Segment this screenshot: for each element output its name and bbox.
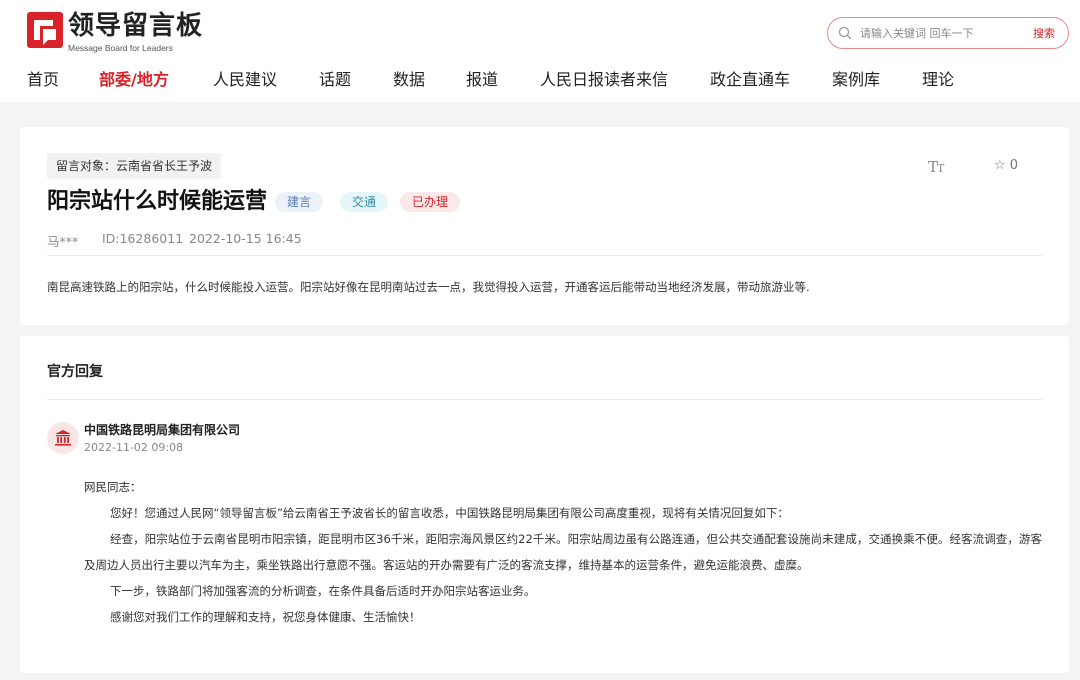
nav-item-home[interactable]: 首页 bbox=[27, 66, 59, 90]
search-button[interactable]: 搜索 bbox=[1033, 25, 1055, 41]
reply-paragraph: 您好！您通过人民网“领导留言板”给云南省王予波省长的留言收悉，中国铁路昆明局集团… bbox=[110, 506, 789, 520]
avatar bbox=[47, 422, 79, 454]
page-title: 阳宗站什么时候能运营 bbox=[47, 189, 268, 214]
divider bbox=[47, 255, 1042, 256]
logo-mark-icon bbox=[27, 12, 63, 48]
tag-traffic[interactable]: 交通 bbox=[340, 192, 389, 212]
favorite-button[interactable]: ☆ 0 bbox=[994, 158, 1018, 173]
reply-paragraph: 下一步，铁路部门将加强客流的分析调查，在条件具备后适时开办阳宗站客运业务。 bbox=[110, 584, 536, 598]
search-input[interactable] bbox=[860, 24, 1020, 42]
message-target[interactable]: 留言对象：云南省省长王予波 bbox=[47, 153, 222, 179]
logo-subtitle: Message Board for Leaders bbox=[68, 43, 173, 53]
government-building-icon bbox=[55, 430, 71, 446]
main-nav: 首页 部委/地方 人民建议 话题 数据 报道 人民日报读者来信 政企直通车 案例… bbox=[0, 66, 1080, 92]
star-icon: ☆ bbox=[994, 158, 1006, 173]
nav-item-topics[interactable]: 话题 bbox=[319, 66, 351, 90]
status-badge: 已办理 bbox=[400, 192, 461, 212]
font-size-icon[interactable]: TT bbox=[928, 158, 944, 176]
nav-item-data[interactable]: 数据 bbox=[393, 66, 425, 90]
search-box: 搜索 bbox=[827, 17, 1069, 49]
reply-organization: 中国铁路昆明局集团有限公司 bbox=[84, 423, 241, 437]
search-icon bbox=[838, 26, 852, 40]
nav-item-reports[interactable]: 报道 bbox=[466, 66, 498, 90]
nav-item-theory[interactable]: 理论 bbox=[922, 66, 954, 90]
nav-item-enterprise[interactable]: 政企直通车 bbox=[710, 66, 790, 90]
reply-date: 2022-11-02 09:08 bbox=[84, 441, 184, 454]
logo-title: 领导留言板 bbox=[68, 11, 204, 41]
nav-item-cases[interactable]: 案例库 bbox=[832, 66, 880, 90]
author-name: 马*** bbox=[47, 234, 79, 249]
tag-suggestion[interactable]: 建言 bbox=[275, 192, 324, 212]
reply-card: 官方回复 中国铁路昆明局集团有限公司 2022-11-02 09:08 网民同志… bbox=[20, 336, 1069, 673]
site-logo[interactable]: 领导留言板 Message Board for Leaders bbox=[27, 11, 204, 53]
divider bbox=[47, 399, 1042, 400]
reply-body: 网民同志： 您好！您通过人民网“领导留言板”给云南省王予波省长的留言收悉，中国铁… bbox=[84, 474, 1042, 630]
site-header: 领导留言板 Message Board for Leaders 搜索 首页 部委… bbox=[0, 0, 1080, 102]
post-date: 2022-10-15 16:45 bbox=[189, 231, 302, 246]
nav-item-letters[interactable]: 人民日报读者来信 bbox=[540, 66, 668, 90]
reply-paragraph: 感谢您对我们工作的理解和支持，祝您身体健康、生活愉快！ bbox=[110, 610, 421, 624]
favorite-count: 0 bbox=[1009, 158, 1019, 173]
reply-heading: 官方回复 bbox=[47, 364, 103, 380]
message-card: 留言对象：云南省省长王予波 阳宗站什么时候能运营 建言 交通 已办理 TT ☆ … bbox=[20, 127, 1069, 325]
message-body: 南昆高速铁路上的阳宗站，什么时候能投入运营。阳宗站好像在昆明南站过去一点，我觉得… bbox=[47, 280, 810, 294]
reply-paragraph: 经查，阳宗站位于云南省昆明市阳宗镇，距昆明市区36千米，距阳宗海风景区约22千米… bbox=[84, 532, 1042, 572]
nav-item-suggestions[interactable]: 人民建议 bbox=[213, 66, 277, 90]
nav-item-ministries[interactable]: 部委/地方 bbox=[99, 66, 169, 90]
post-id: ID:16286011 bbox=[102, 231, 184, 246]
reply-greeting: 网民同志： bbox=[84, 480, 142, 494]
